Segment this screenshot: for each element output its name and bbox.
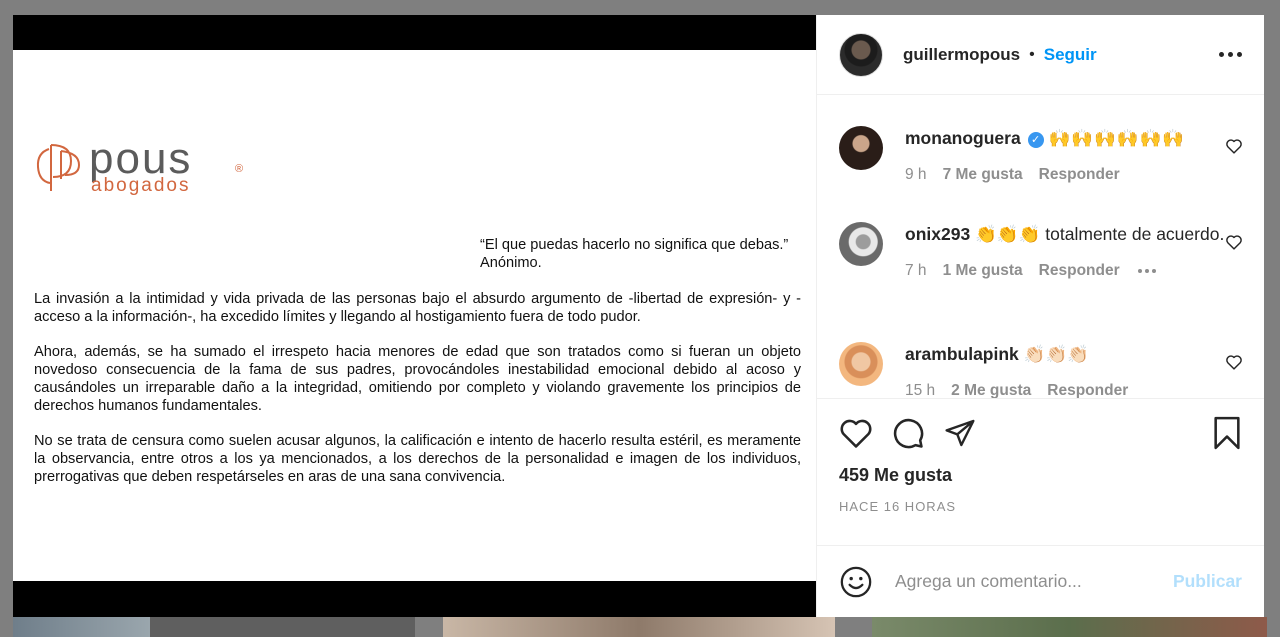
quote-block: “El que puedas hacerlo no significa que … <box>480 236 820 272</box>
comment-username[interactable]: arambulapink <box>905 344 1019 364</box>
like-comment-heart-icon[interactable] <box>1225 354 1243 370</box>
background-thumbnail <box>13 617 150 637</box>
post-media[interactable]: pous ® abogados “El que puedas hacerlo n… <box>13 15 816 617</box>
comment-body: monanoguera ✓ 🙌🙌🙌🙌🙌🙌 <box>905 126 1225 150</box>
likes-count[interactable]: 459 Me gusta <box>839 465 1242 486</box>
action-icons-row <box>839 415 1242 451</box>
post-side-panel: guillermopous • Seguir monanoguera ✓ 🙌🙌🙌… <box>816 15 1264 617</box>
comment-meta: 15 h 2 Me gusta Responder <box>905 382 1249 398</box>
comment-body: arambulapink 👏🏻👏🏻👏🏻 <box>905 342 1225 366</box>
comments-list[interactable]: monanoguera ✓ 🙌🙌🙌🙌🙌🙌 9 h 7 Me gusta Resp… <box>817 95 1264 398</box>
comment-body: onix293 👏👏👏 totalmente de acuerdo. <box>905 222 1225 246</box>
paragraph: Ahora, además, se ha sumado el irrespeto… <box>34 344 801 414</box>
share-icon[interactable] <box>943 417 977 449</box>
reply-button[interactable]: Responder <box>1039 166 1120 184</box>
comment-username[interactable]: onix293 <box>905 224 970 244</box>
comment-time[interactable]: 7 h <box>905 262 927 280</box>
statement-body: La invasión a la intimidad y vida privad… <box>34 290 801 503</box>
comment-likes[interactable]: 1 Me gusta <box>943 262 1023 280</box>
background-thumbnail <box>150 617 415 637</box>
pous-abogados-logo: pous ® abogados <box>35 134 243 196</box>
more-options-icon[interactable] <box>1219 46 1242 63</box>
post-modal: pous ® abogados “El que puedas hacerlo n… <box>13 15 1264 617</box>
commenter-avatar[interactable] <box>839 222 883 266</box>
comment-meta: 9 h 7 Me gusta Responder <box>905 166 1249 184</box>
pous-monogram-icon <box>36 144 81 191</box>
comment-item: monanoguera ✓ 🙌🙌🙌🙌🙌🙌 9 h 7 Me gusta Resp… <box>839 126 1249 184</box>
owner-avatar[interactable] <box>839 32 883 77</box>
comment-text: 👏👏👏 totalmente de acuerdo. <box>975 224 1225 244</box>
comment-item: onix293 👏👏👏 totalmente de acuerdo. 7 h 1… <box>839 222 1249 280</box>
logo-subtitle: abogados <box>91 175 191 196</box>
publish-button[interactable]: Publicar <box>1173 571 1242 592</box>
quote-author: Anónimo. <box>480 255 542 271</box>
comment-item: arambulapink 👏🏻👏🏻👏🏻 15 h 2 Me gusta Resp… <box>839 342 1249 398</box>
smiley-icon[interactable] <box>839 565 873 599</box>
comment-text: 👏🏻👏🏻👏🏻 <box>1023 344 1090 364</box>
comment-icon[interactable] <box>891 416 925 450</box>
heart-icon[interactable] <box>839 417 873 449</box>
bookmark-icon[interactable] <box>1212 416 1242 450</box>
comment-likes[interactable]: 7 Me gusta <box>943 166 1023 184</box>
registered-mark: ® <box>235 163 244 175</box>
comment-options-icon[interactable] <box>1137 269 1156 273</box>
like-comment-heart-icon[interactable] <box>1225 138 1243 154</box>
comment-time[interactable]: 15 h <box>905 382 935 398</box>
paragraph: No se trata de censura como suelen acusa… <box>34 433 801 485</box>
quote-text: “El que puedas hacerlo no significa que … <box>480 237 789 253</box>
commenter-avatar[interactable] <box>839 342 883 386</box>
comment-meta: 7 h 1 Me gusta Responder <box>905 262 1249 280</box>
verified-badge-icon: ✓ <box>1027 132 1044 148</box>
comment-likes[interactable]: 2 Me gusta <box>951 382 1031 398</box>
like-comment-heart-icon[interactable] <box>1225 234 1243 250</box>
comment-time[interactable]: 9 h <box>905 166 927 184</box>
paragraph: La invasión a la intimidad y vida privad… <box>34 291 801 325</box>
background-thumbnail <box>872 617 1267 637</box>
post-image-document: pous ® abogados “El que puedas hacerlo n… <box>13 50 816 581</box>
owner-username[interactable]: guillermopous <box>903 45 1020 65</box>
commenter-avatar[interactable] <box>839 126 883 170</box>
follow-button[interactable]: Seguir <box>1044 45 1097 65</box>
post-header: guillermopous • Seguir <box>817 15 1264 95</box>
logo-wordmark: pous <box>89 134 193 183</box>
comment-username[interactable]: monanoguera <box>905 128 1021 148</box>
separator-dot: • <box>1029 45 1035 63</box>
post-timestamp[interactable]: HACE 16 HORAS <box>839 499 1242 514</box>
reply-button[interactable]: Responder <box>1047 382 1128 398</box>
background-thumbnail <box>443 617 835 637</box>
reply-button[interactable]: Responder <box>1039 262 1120 280</box>
comment-input[interactable] <box>895 571 1173 592</box>
comment-composer: Publicar <box>817 545 1264 617</box>
post-actions: 459 Me gusta HACE 16 HORAS <box>817 398 1264 545</box>
comment-text: 🙌🙌🙌🙌🙌🙌 <box>1048 128 1186 148</box>
